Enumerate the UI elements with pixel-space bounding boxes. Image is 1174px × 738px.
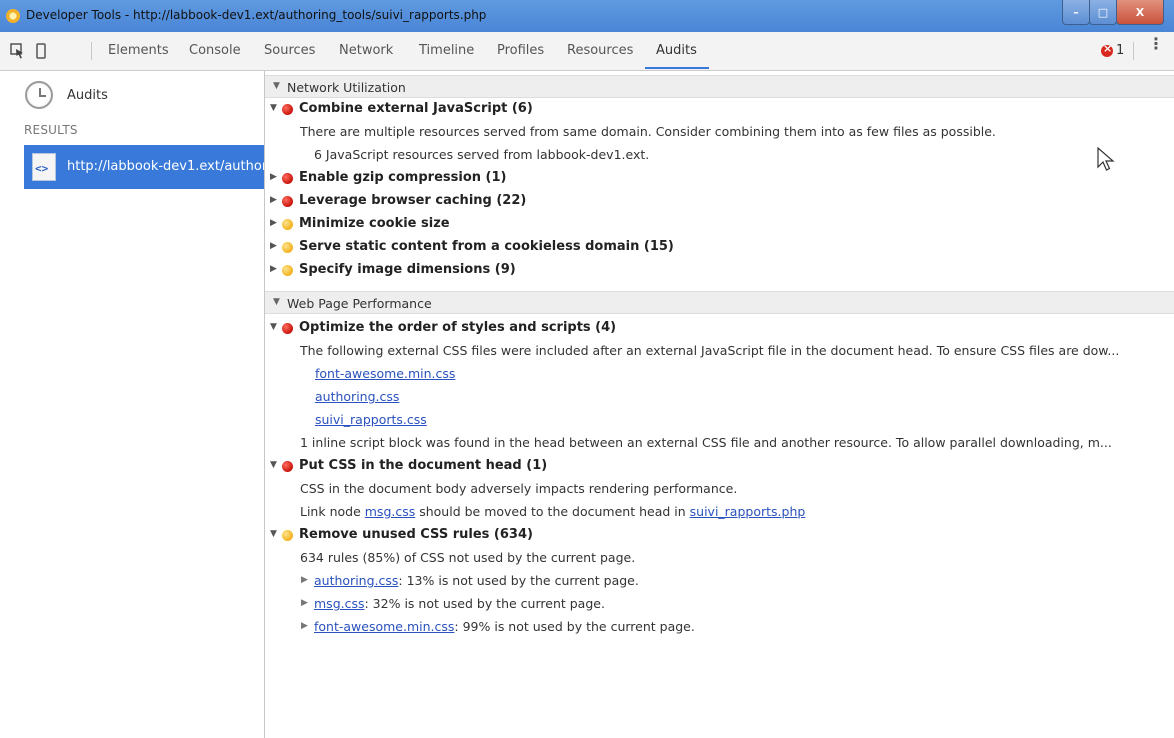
audits-sidebar: Audits RESULTS <> http://labbook-dev1.ex…: [0, 71, 265, 738]
suivi-rapports-link[interactable]: suivi_rapports.php: [690, 504, 806, 519]
css-file-link[interactable]: font-awesome.min.css: [314, 619, 454, 634]
result-item[interactable]: <> http://labbook-dev1.ext/authoring_too…: [24, 145, 264, 189]
error-icon[interactable]: [1101, 42, 1113, 57]
collapse-triangle-icon[interactable]: ▼: [270, 322, 277, 332]
tab-resources[interactable]: Resources: [567, 43, 633, 58]
collapse-triangle-icon[interactable]: ▼: [270, 103, 277, 113]
expand-triangle-icon[interactable]: ▶: [301, 575, 308, 585]
collapse-triangle-icon: ▼: [273, 81, 280, 91]
section-title: Web Page Performance: [287, 296, 432, 311]
close-button[interactable]: X: [1116, 0, 1164, 25]
audit-results-panel: ▼ Network Utilization ▼ Combine external…: [265, 71, 1174, 738]
unused-text: : 13% is not used by the current page.: [398, 573, 639, 588]
tab-profiles[interactable]: Profiles: [497, 43, 544, 58]
rule-title: Combine external JavaScript (6): [299, 101, 533, 116]
tab-timeline[interactable]: Timeline: [419, 43, 474, 58]
detail-text: Link node: [300, 504, 365, 519]
tab-network[interactable]: Network: [339, 43, 393, 58]
sidebar-item-audits[interactable]: Audits: [0, 77, 264, 113]
toolbar-separator-right: [1133, 42, 1134, 60]
expand-triangle-icon[interactable]: ▶: [270, 195, 277, 205]
inspect-element-icon[interactable]: [10, 43, 24, 59]
rule-title: Enable gzip compression (1): [299, 170, 507, 185]
expand-triangle-icon[interactable]: ▶: [270, 241, 277, 251]
tab-elements[interactable]: Elements: [108, 43, 169, 58]
css-file-link[interactable]: msg.css: [314, 596, 365, 611]
collapse-triangle-icon: ▼: [273, 297, 280, 307]
html-document-icon: <>: [32, 153, 56, 181]
severity-yellow-icon: [282, 242, 293, 253]
severity-red-icon: [282, 173, 293, 184]
rule-title: Minimize cookie size: [299, 216, 450, 231]
result-url: http://labbook-dev1.ext/authoring_tools/…: [67, 159, 264, 174]
css-file-link[interactable]: suivi_rapports.css: [315, 412, 427, 427]
msg-css-link[interactable]: msg.css: [365, 504, 416, 519]
expand-triangle-icon[interactable]: ▶: [270, 218, 277, 228]
severity-yellow-icon: [282, 530, 293, 541]
tab-console[interactable]: Console: [189, 43, 241, 58]
section-network-utilization[interactable]: ▼ Network Utilization: [265, 75, 1174, 98]
css-file-link[interactable]: authoring.css: [315, 389, 399, 404]
maximize-button[interactable]: □: [1089, 0, 1117, 25]
rule-title: Leverage browser caching (22): [299, 193, 527, 208]
audits-label: Audits: [67, 88, 108, 103]
clock-icon: [25, 81, 53, 109]
collapse-triangle-icon[interactable]: ▼: [270, 460, 277, 470]
rule-title: Serve static content from a cookieless d…: [299, 239, 674, 254]
unused-text: : 32% is not used by the current page.: [364, 596, 605, 611]
expand-triangle-icon[interactable]: ▶: [270, 264, 277, 274]
unused-text: : 99% is not used by the current page.: [454, 619, 695, 634]
rule-title: Remove unused CSS rules (634): [299, 527, 533, 542]
mouse-pointer-icon: [1097, 147, 1115, 171]
device-mode-icon[interactable]: [34, 43, 48, 59]
window-title: Developer Tools - http://labbook-dev1.ex…: [26, 8, 487, 22]
severity-yellow-icon: [282, 219, 293, 230]
severity-red-icon: [282, 104, 293, 115]
severity-red-icon: [282, 461, 293, 472]
chrome-icon: [6, 9, 20, 23]
results-heading: RESULTS: [24, 123, 78, 137]
tab-sources[interactable]: Sources: [264, 43, 315, 58]
rule-title: Optimize the order of styles and scripts…: [299, 320, 617, 335]
expand-triangle-icon[interactable]: ▶: [270, 172, 277, 182]
devtools-toolbar: Elements Console Sources Network Timelin…: [0, 32, 1174, 71]
section-web-page-performance[interactable]: ▼ Web Page Performance: [265, 291, 1174, 314]
collapse-triangle-icon[interactable]: ▼: [270, 529, 277, 539]
severity-red-icon: [282, 323, 293, 334]
section-title: Network Utilization: [287, 80, 406, 95]
css-file-link[interactable]: font-awesome.min.css: [315, 366, 455, 381]
rule-title: Put CSS in the document head (1): [299, 458, 548, 473]
css-file-link[interactable]: authoring.css: [314, 573, 398, 588]
severity-red-icon: [282, 196, 293, 207]
kebab-menu-icon[interactable]: ⋮: [1148, 36, 1164, 52]
devtools-window: Developer Tools - http://labbook-dev1.ex…: [0, 0, 1174, 738]
expand-triangle-icon[interactable]: ▶: [301, 621, 308, 631]
active-tab-indicator: [645, 67, 709, 69]
toolbar-separator: [91, 42, 92, 60]
detail-text: should be moved to the document head in: [415, 504, 690, 519]
minimize-button[interactable]: –: [1062, 0, 1090, 25]
severity-yellow-icon: [282, 265, 293, 276]
rule-title: Specify image dimensions (9): [299, 262, 516, 277]
error-count[interactable]: 1: [1116, 43, 1124, 58]
title-bar: Developer Tools - http://labbook-dev1.ex…: [0, 0, 1174, 32]
tab-audits[interactable]: Audits: [656, 43, 697, 58]
expand-triangle-icon[interactable]: ▶: [301, 598, 308, 608]
